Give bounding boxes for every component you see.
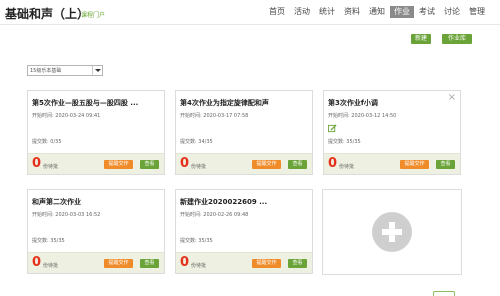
start-time: 开始时间: 2020-02-26 09:48 xyxy=(180,211,248,218)
submit-count: 提交数: 35/35 xyxy=(328,138,361,145)
remind-button[interactable]: 提醒交作 xyxy=(104,160,133,169)
nav-statistics[interactable]: 统计 xyxy=(315,6,339,18)
remind-button[interactable]: 提醒交作 xyxy=(252,160,281,169)
card-footer: 0 份待批 提醒交作 查看 xyxy=(176,252,312,273)
homework-card[interactable]: 新建作业2020022609 ... 开始时间: 2020-02-26 09:4… xyxy=(175,189,313,274)
submit-count: 提交数: 0/35 xyxy=(32,138,62,145)
homework-title[interactable]: 和声第二次作业 xyxy=(32,197,81,207)
view-button[interactable]: 查看 xyxy=(288,160,307,169)
nav-discussion[interactable]: 讨论 xyxy=(440,6,464,18)
submit-count-label: 提交数: xyxy=(32,238,49,244)
new-button[interactable]: 新建 xyxy=(411,34,431,44)
start-time-label: 开始时间: xyxy=(180,212,202,218)
submit-count-value: 35/35 xyxy=(346,139,361,145)
submit-count: 提交数: 34/35 xyxy=(180,138,213,145)
remind-button[interactable]: 提醒交作 xyxy=(400,160,429,169)
start-time-value: 2020-03-24 09:41 xyxy=(55,113,101,119)
main-nav: 首页 活动 统计 资料 通知 作业 考试 讨论 管理 xyxy=(264,6,489,18)
pending-label: 份待批 xyxy=(43,164,59,170)
nav-manage[interactable]: 管理 xyxy=(465,6,489,18)
remind-button[interactable]: 提醒交作 xyxy=(252,259,281,268)
submit-count-label: 提交数: xyxy=(180,238,197,244)
start-time-label: 开始时间: xyxy=(180,113,202,119)
add-homework-card[interactable] xyxy=(322,189,462,275)
submit-count-label: 提交数: xyxy=(32,139,49,145)
start-time-label: 开始时间: xyxy=(32,113,54,119)
start-time-label: 开始时间: xyxy=(328,113,350,119)
start-time: 开始时间: 2020-03-17 07:58 xyxy=(180,112,248,119)
start-time: 开始时间: 2020-03-03 16:52 xyxy=(32,211,100,218)
pending-count: 0 xyxy=(32,156,42,171)
submit-count-value: 0/35 xyxy=(50,139,62,145)
pending-label: 份待批 xyxy=(339,164,355,170)
pending-label: 份待批 xyxy=(191,263,207,269)
start-time-value: 2020-03-12 14:50 xyxy=(351,113,397,119)
start-time: 开始时间: 2020-03-12 14:50 xyxy=(328,112,396,119)
class-filter-value: 15级乐本基础 xyxy=(30,68,62,74)
submit-count-label: 提交数: xyxy=(180,139,197,145)
start-time-value: 2020-03-03 16:52 xyxy=(55,212,101,218)
nav-notices[interactable]: 通知 xyxy=(365,6,389,18)
pending-count: 0 xyxy=(180,156,190,171)
start-time-value: 2020-03-17 07:58 xyxy=(203,113,249,119)
submit-count-value: 35/35 xyxy=(50,238,65,244)
pending-count: 0 xyxy=(328,156,338,171)
homework-title[interactable]: 第5次作业—股五股与—股四股 ... xyxy=(32,98,138,108)
homework-card[interactable]: 和声第二次作业 开始时间: 2020-03-03 16:52 提交数: 35/3… xyxy=(27,189,165,274)
homework-title[interactable]: 新建作业2020022609 ... xyxy=(180,197,267,207)
homework-library-button[interactable]: 作业库 xyxy=(442,34,472,44)
nav-materials[interactable]: 资料 xyxy=(340,6,364,18)
nav-homework[interactable]: 作业 xyxy=(390,6,414,18)
pending-count: 0 xyxy=(32,255,42,270)
card-footer: 0 份待批 提醒交作 查看 xyxy=(28,153,164,174)
nav-activity[interactable]: 活动 xyxy=(290,6,314,18)
view-button[interactable]: 查看 xyxy=(436,160,455,169)
start-time: 开始时间: 2020-03-24 09:41 xyxy=(32,112,100,119)
submit-count-value: 34/35 xyxy=(198,139,213,145)
edit-icon[interactable] xyxy=(328,124,337,133)
card-footer: 0 份待批 提醒交作 查看 xyxy=(28,252,164,273)
start-time-label: 开始时间: xyxy=(32,212,54,218)
course-portal-link[interactable]: 课程门户 xyxy=(81,10,105,19)
nav-home[interactable]: 首页 xyxy=(265,6,289,18)
submit-count-label: 提交数: xyxy=(328,139,345,145)
header-divider xyxy=(0,24,500,25)
submit-count-value: 35/35 xyxy=(198,238,213,244)
pending-label: 份待批 xyxy=(43,263,59,269)
top-bar: 基础和声（上） 课程门户 首页 活动 统计 资料 通知 作业 考试 讨论 管理 xyxy=(0,0,500,26)
card-footer: 0 份待批 提醒交作 查看 xyxy=(324,153,460,174)
view-button[interactable]: 查看 xyxy=(288,259,307,268)
pending-count: 0 xyxy=(180,255,190,270)
add-icon[interactable] xyxy=(372,212,412,252)
nav-exams[interactable]: 考试 xyxy=(415,6,439,18)
homework-card[interactable]: 第4次作业为指定旋律配和声 开始时间: 2020-03-17 07:58 提交数… xyxy=(175,90,313,175)
homework-card[interactable]: 第5次作业—股五股与—股四股 ... 开始时间: 2020-03-24 09:4… xyxy=(27,90,165,175)
remind-button[interactable]: 提醒交作 xyxy=(104,259,133,268)
start-time-value: 2020-02-26 09:48 xyxy=(203,212,249,218)
homework-title[interactable]: 第4次作业为指定旋律配和声 xyxy=(180,98,269,108)
view-button[interactable]: 查看 xyxy=(140,259,159,268)
view-button[interactable]: 查看 xyxy=(140,160,159,169)
submit-count: 提交数: 35/35 xyxy=(32,237,65,244)
close-icon[interactable]: × xyxy=(448,93,456,103)
card-footer: 0 份待批 提醒交作 查看 xyxy=(176,153,312,174)
pending-label: 份待批 xyxy=(191,164,207,170)
class-filter-select[interactable]: 15级乐本基础 xyxy=(27,65,103,76)
homework-title[interactable]: 第3次作业f小调 xyxy=(328,98,378,108)
homework-card[interactable]: × 第3次作业f小调 开始时间: 2020-03-12 14:50 提交数: 3… xyxy=(323,90,461,175)
chevron-down-icon[interactable] xyxy=(92,66,102,75)
corner-button[interactable] xyxy=(433,291,455,296)
submit-count: 提交数: 35/35 xyxy=(180,237,213,244)
course-title: 基础和声（上） xyxy=(5,7,90,21)
